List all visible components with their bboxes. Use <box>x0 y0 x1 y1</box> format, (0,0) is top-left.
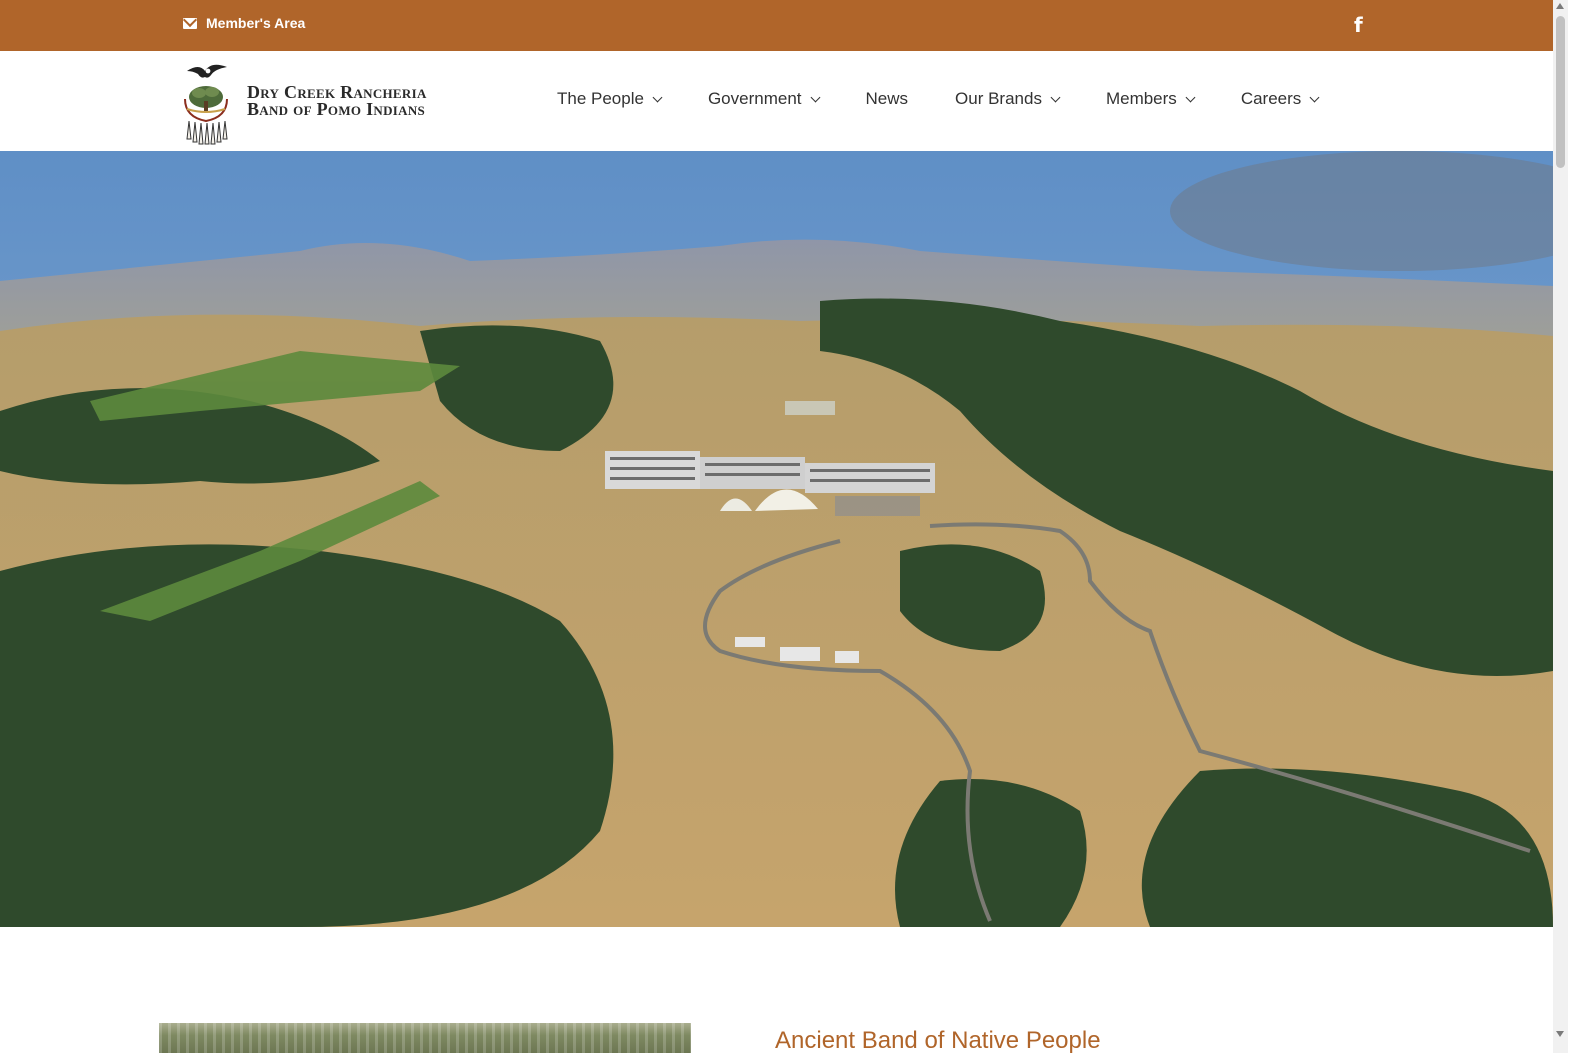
chevron-down-icon <box>652 92 663 102</box>
nav-item-government[interactable]: Government <box>707 89 820 109</box>
site-logo[interactable]: Dry Creek Rancheria Band of Pomo Indians <box>181 57 427 145</box>
chevron-down-icon <box>1309 92 1320 102</box>
facebook-icon[interactable]: f <box>1354 13 1363 37</box>
chevron-down-icon <box>1050 92 1061 102</box>
top-bar: Member's Area f <box>0 0 1568 51</box>
chevron-down-icon <box>810 92 820 102</box>
scroll-up-arrow-icon[interactable] <box>1556 3 1564 9</box>
nav-item-members[interactable]: Members <box>1105 89 1196 109</box>
main-nav: The People Government News Our Brands Me… <box>557 89 1320 109</box>
scrollbar-thumb[interactable] <box>1556 16 1565 168</box>
nav-label: Government <box>707 89 802 108</box>
nav-label: Our Brands <box>955 89 1042 108</box>
members-area-label: Member's Area <box>206 15 306 31</box>
nav-item-news[interactable]: News <box>866 89 909 109</box>
nav-item-our-brands[interactable]: Our Brands <box>955 89 1061 109</box>
hero-aerial-image <box>0 151 1553 927</box>
intro-image <box>159 1023 691 1053</box>
logo-line-2: Band of Pomo Indians <box>247 99 426 119</box>
page-scrollbar[interactable] <box>1553 0 1568 1053</box>
nav-label: Members <box>1105 89 1177 108</box>
nav-item-the-people[interactable]: The People <box>557 89 663 109</box>
envelope-icon <box>183 17 197 29</box>
chevron-down-icon <box>1185 92 1196 102</box>
hero-landscape-illustration <box>0 151 1553 927</box>
site-header: Dry Creek Rancheria Band of Pomo Indians… <box>0 51 1568 151</box>
nav-label: News <box>865 89 909 108</box>
members-area-link[interactable]: Member's Area <box>183 15 305 31</box>
eagle-emblem-icon <box>184 64 228 145</box>
nav-label: Careers <box>1240 89 1302 108</box>
intro-heading: Ancient Band of Native People <box>775 1027 1101 1053</box>
nav-item-careers[interactable]: Careers <box>1240 89 1320 109</box>
scroll-down-arrow-icon[interactable] <box>1556 1031 1564 1037</box>
logo-wordmark: Dry Creek Rancheria Band of Pomo Indians <box>247 83 427 119</box>
nav-label: The People <box>557 89 644 108</box>
